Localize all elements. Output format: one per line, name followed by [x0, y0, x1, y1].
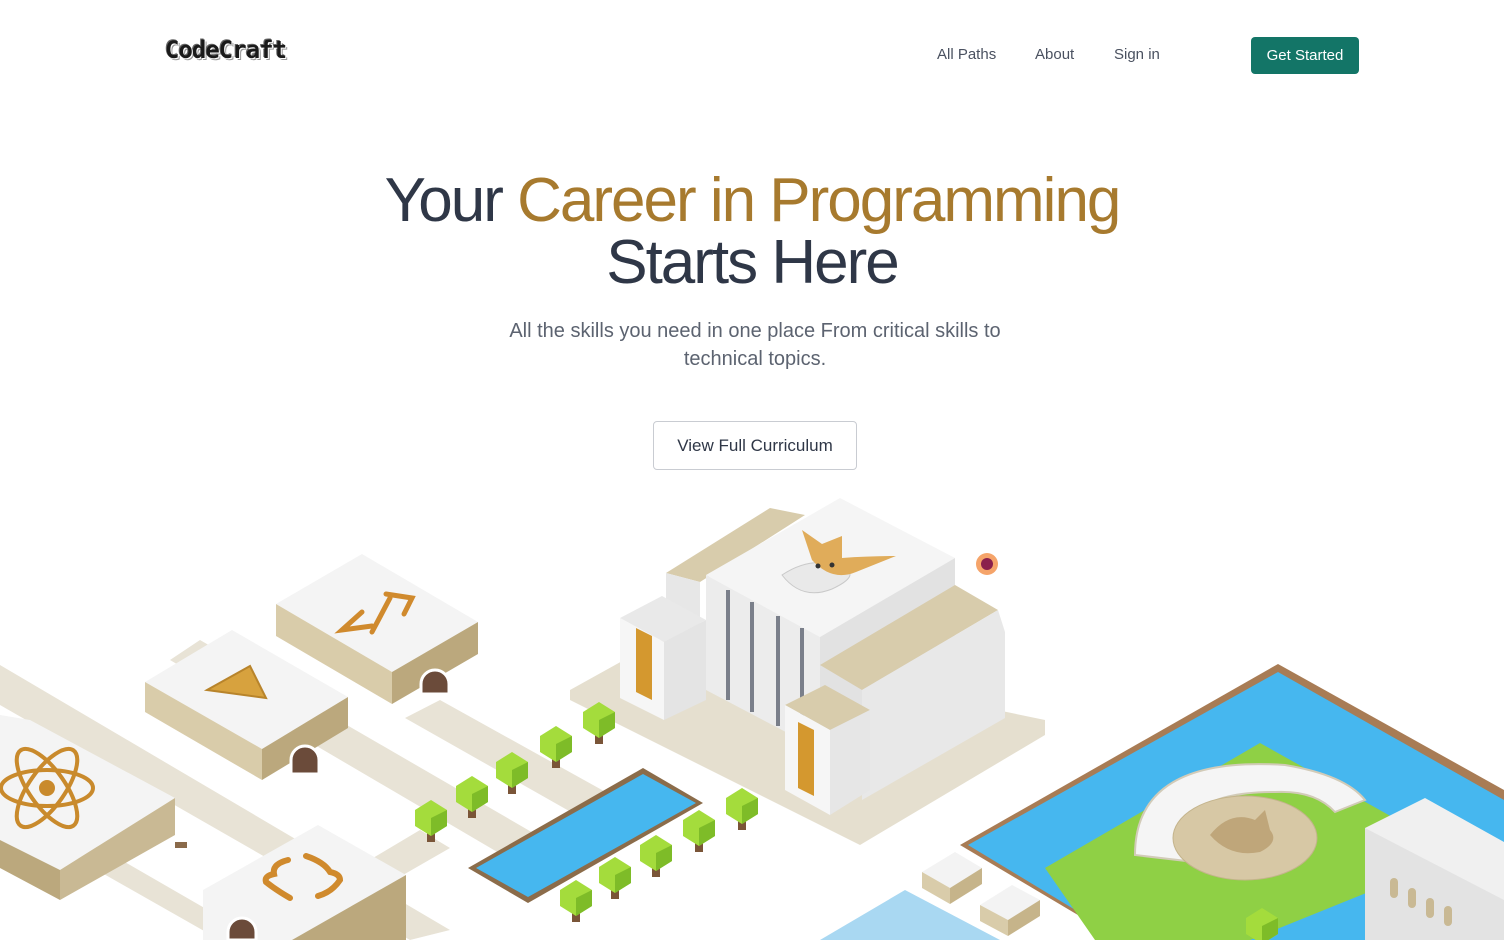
curly-braces-block [203, 825, 406, 940]
tree [560, 880, 592, 922]
get-started-button[interactable]: Get Started [1251, 37, 1359, 74]
view-curriculum-button[interactable]: View Full Curriculum [653, 421, 857, 470]
hero-subtitle: All the skills you need in one place Fro… [509, 320, 1001, 370]
hero-title-part1: Your [384, 166, 518, 235]
hero-title-accent: Career in Programming [517, 166, 1121, 235]
stadium-island [960, 664, 1504, 940]
tree [599, 857, 631, 899]
nav-link-sign-in[interactable]: Sign in [1114, 46, 1160, 63]
nav-link-about[interactable]: About [1035, 46, 1074, 63]
hero-title: Your Career in Programming Starts Here [0, 170, 1504, 294]
isometric-campus-illustration [0, 498, 1504, 940]
site-header: CodeCraft All Paths About Sign in Get St… [0, 0, 1504, 110]
nav-link-all-paths[interactable]: All Paths [937, 46, 996, 63]
tree [726, 788, 758, 830]
hero-title-part2: Starts Here [606, 228, 900, 297]
small-bench [175, 842, 187, 848]
tree [640, 835, 672, 877]
tree [683, 810, 715, 852]
